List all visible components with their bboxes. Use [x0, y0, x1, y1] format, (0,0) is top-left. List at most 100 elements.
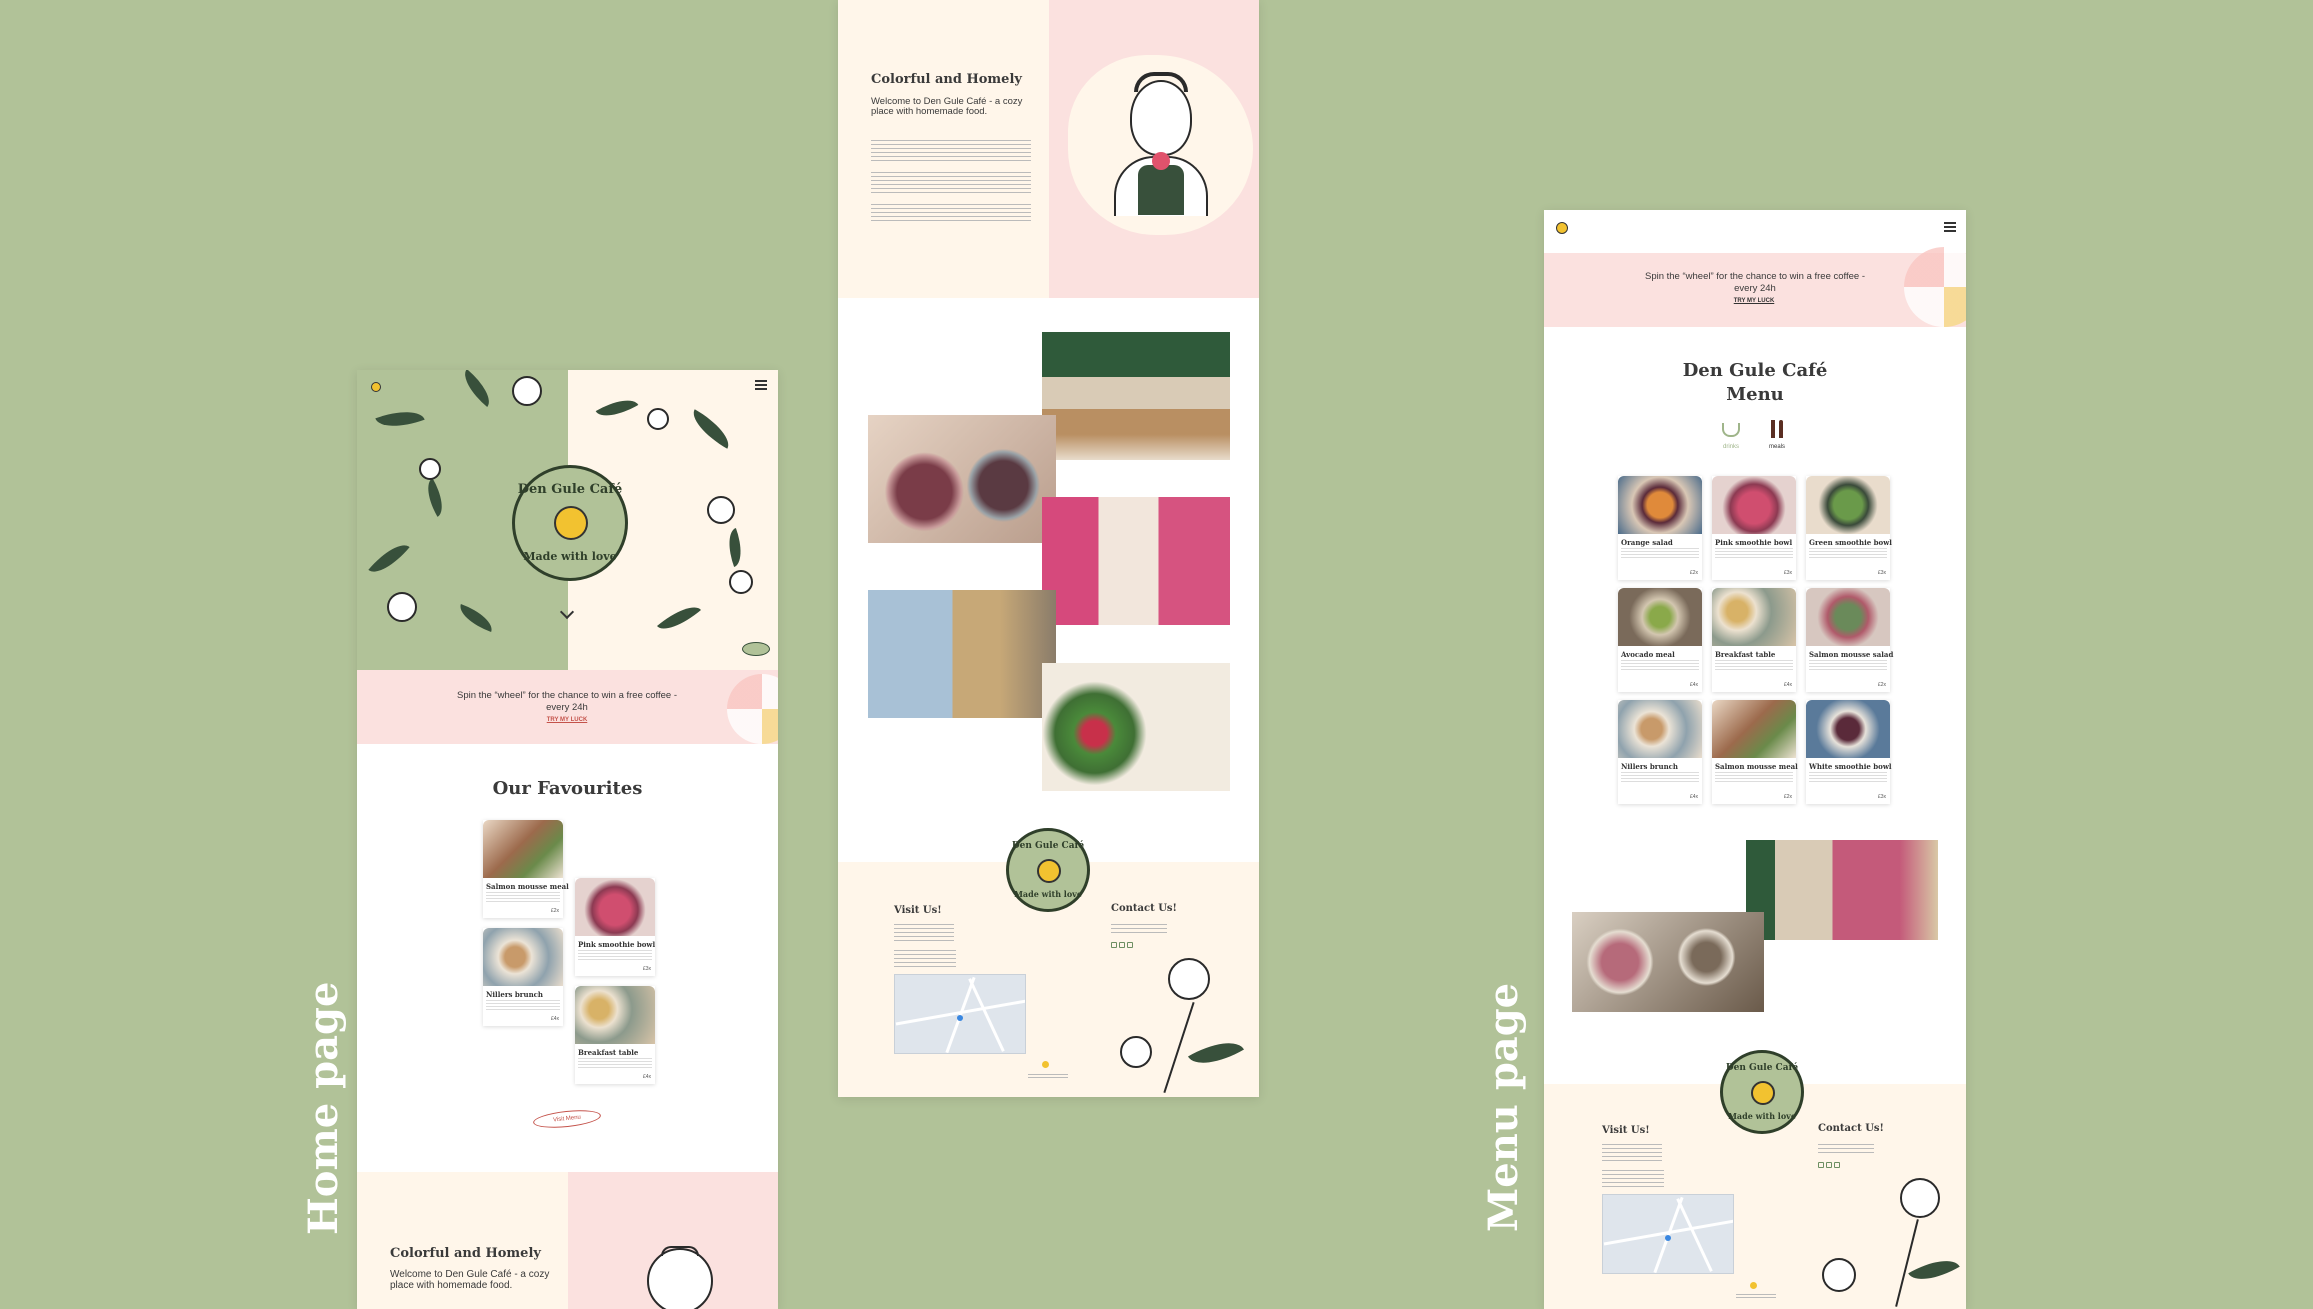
menu-subtitle: Menu	[1726, 384, 1784, 405]
dish-name: White smoothie bowl	[1809, 762, 1892, 771]
logo-text-top: Den Gule Café	[1011, 841, 1085, 851]
dish-name: Avocado meal	[1621, 650, 1675, 659]
dish-photo	[575, 878, 655, 936]
dish-price: £2x	[550, 908, 559, 914]
dish-photo	[1806, 700, 1890, 758]
dish-photo	[1618, 588, 1702, 646]
about-lead: Welcome to Den Gule Café - a cozy place …	[390, 1269, 550, 1291]
footer-cafe-logo: Den Gule Café Made with love	[1006, 828, 1090, 912]
opening-hours-text	[894, 950, 956, 968]
flower-decoration	[419, 458, 441, 480]
dish-description	[1809, 548, 1887, 558]
menu-item-card[interactable]: Orange salad £2x	[1618, 476, 1702, 580]
location-map[interactable]	[894, 974, 1026, 1054]
logo-text-top: Den Gule Café	[517, 482, 623, 497]
tripadvisor-icon[interactable]	[1127, 942, 1133, 948]
logo-text-bottom: Made with love	[1014, 889, 1082, 899]
dish-name: Green smoothie bowl	[1809, 538, 1892, 547]
location-map[interactable]	[1602, 1194, 1734, 1274]
hamburger-menu-icon[interactable]	[755, 380, 767, 390]
dish-name: Salmon mousse meal	[486, 882, 569, 891]
favourite-card[interactable]: Salmon mousse meal £2x	[483, 820, 569, 918]
dish-photo	[483, 928, 563, 986]
chat-bubble-button[interactable]	[742, 642, 770, 656]
facebook-icon[interactable]	[1119, 942, 1125, 948]
dish-photo	[575, 986, 655, 1044]
tripadvisor-icon[interactable]	[1834, 1162, 1840, 1168]
tab-meals[interactable]: meals	[1762, 420, 1792, 454]
footer-flower-decoration	[1120, 1036, 1152, 1068]
dish-name: Salmon mousse meal	[1715, 762, 1798, 771]
dish-photo	[483, 820, 563, 878]
menu-item-card[interactable]: Salmon mousse salad £2x	[1806, 588, 1893, 692]
promo-text: Spin the “wheel” for the chance to win a…	[456, 690, 678, 713]
illustration-woman	[647, 1248, 713, 1309]
logo-text-bottom: Made with love	[1728, 1111, 1796, 1121]
logo-text-top: Den Gule Café	[1725, 1063, 1799, 1073]
dish-description	[1715, 660, 1793, 670]
hamburger-menu-icon[interactable]	[1944, 222, 1956, 232]
instagram-icon[interactable]	[1818, 1162, 1824, 1168]
sun-small-icon[interactable]	[1556, 222, 1568, 234]
about-lead: Welcome to Den Gule Café - a cozy place …	[871, 96, 1023, 117]
dish-price: £4x	[642, 1074, 651, 1080]
about-body-text	[871, 140, 1031, 164]
flower-decoration	[707, 496, 735, 524]
instagram-icon[interactable]	[1111, 942, 1117, 948]
sun-small-icon[interactable]	[371, 382, 381, 392]
menu-item-card[interactable]: Nillers brunch £4x	[1618, 700, 1702, 804]
footer-flower-decoration	[1900, 1178, 1940, 1218]
gallery-photo-salad	[1042, 663, 1230, 791]
menu-item-card[interactable]: Salmon mousse meal £2x	[1712, 700, 1798, 804]
dish-photo	[1618, 700, 1702, 758]
fork-knife-icon-knife	[1779, 420, 1783, 438]
about-body-text	[871, 204, 1031, 222]
contact-details-text	[1111, 924, 1167, 936]
dish-photo	[1712, 700, 1796, 758]
wheel-decoration	[1904, 247, 1966, 327]
illustration-hairband	[1134, 72, 1188, 92]
menu-item-card[interactable]: White smoothie bowl £3x	[1806, 700, 1892, 804]
try-my-luck-link[interactable]: TRY MY LUCK	[527, 717, 607, 723]
menu-page-mockup: Spin the “wheel” for the chance to win a…	[1544, 210, 1966, 1309]
favourite-card[interactable]: Nillers brunch £4x	[483, 928, 563, 1026]
tab-meals-label: meals	[1768, 444, 1785, 450]
promo-banner: Spin the “wheel” for the chance to win a…	[1544, 247, 1966, 327]
dish-photo	[1806, 588, 1890, 646]
dish-price: £2x	[1783, 794, 1792, 800]
dish-description	[486, 892, 560, 902]
promo-text: Spin the “wheel” for the chance to win a…	[1644, 271, 1866, 294]
menu-item-card[interactable]: Green smoothie bowl £3x	[1806, 476, 1892, 580]
visit-menu-button[interactable]: Visit Menu	[532, 1107, 602, 1131]
menu-item-card[interactable]: Breakfast table £4x	[1712, 588, 1796, 692]
dish-price: £4x	[1783, 682, 1792, 688]
gallery-photo-bowls	[868, 415, 1056, 543]
dish-photo	[1806, 476, 1890, 534]
opening-hours-text	[1602, 1170, 1664, 1188]
dish-name: Nillers brunch	[486, 990, 544, 999]
menu-item-card[interactable]: Avocado meal £4x	[1618, 588, 1702, 692]
cafe-logo: Den Gule Café Made with love	[512, 465, 628, 581]
dish-price: £2x	[1877, 682, 1886, 688]
visit-us-title: Visit Us!	[894, 905, 942, 916]
facebook-icon[interactable]	[1826, 1162, 1832, 1168]
dish-photo	[1712, 588, 1796, 646]
footer-sun-icon	[1042, 1061, 1049, 1068]
favourite-card[interactable]: Breakfast table £4x	[575, 986, 655, 1084]
home-page-label: Home page	[300, 981, 347, 1235]
menu-item-card[interactable]: Pink smoothie bowl £3x	[1712, 476, 1796, 580]
dish-description	[1809, 772, 1887, 782]
dish-name: Breakfast table	[1715, 650, 1776, 659]
footer-flower-decoration	[1168, 958, 1210, 1000]
menu-page-label: Menu page	[1480, 982, 1527, 1232]
try-my-luck-link[interactable]: TRY MY LUCK	[1714, 298, 1794, 304]
about-gallery-page-mockup: Colorful and Homely Welcome to Den Gule …	[838, 0, 1259, 1097]
illustration-hair	[661, 1246, 699, 1256]
tab-drinks[interactable]: drinks	[1716, 420, 1746, 454]
about-title: Colorful and Homely	[871, 72, 1022, 87]
contact-us-title: Contact Us!	[1111, 903, 1177, 914]
illustration-cup	[1152, 152, 1170, 170]
favourite-card[interactable]: Pink smoothie bowl £3x	[575, 878, 655, 976]
dish-description	[1621, 772, 1699, 782]
dish-name: Orange salad	[1621, 538, 1673, 547]
